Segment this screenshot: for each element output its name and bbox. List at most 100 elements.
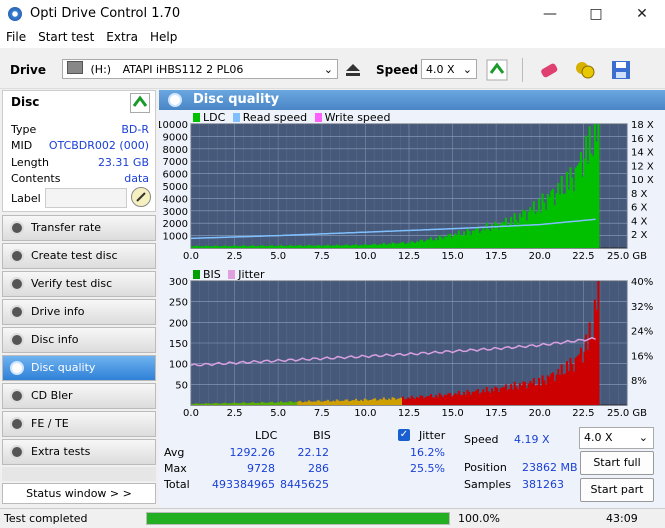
bis-bar [517,389,520,405]
start-part-button[interactable]: Start part [580,478,654,502]
bis-bar [522,381,525,405]
minimize-button[interactable]: — [527,0,573,28]
nav-label: CD Bler [31,389,73,402]
bis-bar [477,389,480,405]
ldc-bar [445,236,448,248]
bis-bar [569,357,572,405]
status-window-button[interactable]: Status window > > [2,483,156,504]
ldc-bar [436,240,439,248]
ldc-bar [470,234,473,248]
bis-bar [421,395,424,405]
nav-cd-bler[interactable]: CD Bler [2,383,156,409]
ldc-bar [586,163,589,248]
ldc-bar [483,230,487,248]
ldc-bar [253,246,256,248]
nav-fe-te[interactable]: FE / TE [2,411,156,437]
start-full-button[interactable]: Start full [580,451,654,475]
bis-bar [276,402,279,405]
nav-extra-tests[interactable]: Extra tests [2,439,156,465]
ldc-bar [330,245,333,248]
y2-tick-label: 8 X [631,189,648,200]
menu-help[interactable]: Help [144,28,183,46]
bis-bar [574,357,577,405]
menu-file[interactable]: File [0,28,32,46]
bis-bar [257,402,260,405]
drive-select[interactable]: (H:) ATAPI iHBS112 2 PL06 ⌄ [62,59,338,79]
ldc-bar [588,126,591,248]
y2-tick-label: 18 X [631,120,654,131]
save-button[interactable] [608,57,634,83]
eject-button[interactable] [340,57,366,83]
bis-bar [220,403,223,405]
bis-bar [480,392,483,405]
bis-bar [571,363,574,405]
refresh-speed-button[interactable] [484,57,510,83]
disc-label-field[interactable] [45,188,127,208]
y2-tick-label: 12 X [631,161,654,172]
disc-label-edit-button[interactable] [131,187,151,207]
ldc-bar [513,213,516,248]
position-label: Position [464,461,507,474]
disc-label-label: Label [11,192,41,205]
ldc-bar [541,193,544,248]
ldc-bar [250,245,253,248]
ldc-bar [316,244,319,248]
x-tick-label: 12.5 [398,408,420,419]
bis-bar [302,402,305,405]
bis-bar [515,386,518,405]
bis-bar [313,401,316,405]
ldc-bar [288,245,291,248]
y2-tick-label: 6 X [631,203,648,214]
bis-bar [464,394,467,405]
ldc-bar [494,221,497,248]
nav-transfer-rate[interactable]: Transfer rate [2,215,156,241]
progress-fill [147,513,449,524]
ldc-bar [327,244,330,248]
x-tick-label: 20.0 [529,251,551,262]
bis-bar [314,401,317,405]
bis-bar [597,281,600,405]
bis-bar [583,351,586,405]
bis-bar [267,402,270,405]
total-label: Total [164,478,190,491]
speed-label: Speed [464,433,499,446]
maximize-button[interactable]: □ [573,0,619,28]
nav-cd-bler-icon [10,389,24,403]
x-tick-label: 15.0 [441,408,463,419]
ldc-bar [546,193,549,248]
ldc-bar [274,246,277,248]
nav-create-test-disc[interactable]: Create test disc [2,243,156,269]
copy-button[interactable] [572,57,598,83]
ldc-bar [381,244,384,248]
bis-bar [585,334,588,405]
nav-verify-test-disc[interactable]: Verify test disc [2,271,156,297]
ldc-bar [565,171,569,248]
ldc-bar [572,191,575,248]
bis-bar [307,400,310,405]
ldc-bar [344,244,347,248]
ldc-bar [517,223,520,248]
erase-button[interactable] [536,57,562,83]
y-tick-label: 150 [169,339,188,350]
test-speed-select[interactable]: 4.0 X ⌄ [579,427,654,449]
nav-disc-info[interactable]: Disc info [2,327,156,353]
elapsed-time: 43:09 [606,512,638,525]
bis-bar [337,400,340,405]
samples-label: Samples [464,478,511,491]
bis-bar [553,381,556,405]
ldc-bar [379,244,382,248]
nav-disc-quality[interactable]: Disc quality [2,355,156,381]
bis-bar [543,380,546,405]
menu-start-test[interactable]: Start test [32,28,100,46]
close-button[interactable]: ✕ [619,0,665,28]
bis-bar [578,354,581,405]
nav-drive-info[interactable]: Drive info [2,299,156,325]
disc-refresh-button[interactable] [129,93,151,113]
jitter-checkbox[interactable]: ✓ [398,429,410,441]
ldc-bar [313,245,316,248]
ldc-bar [208,246,211,248]
bis-bar [281,402,284,405]
speed-select[interactable]: 4.0 X ⌄ [421,59,477,79]
bis-bar [210,403,213,405]
menu-extra[interactable]: Extra [100,28,144,46]
